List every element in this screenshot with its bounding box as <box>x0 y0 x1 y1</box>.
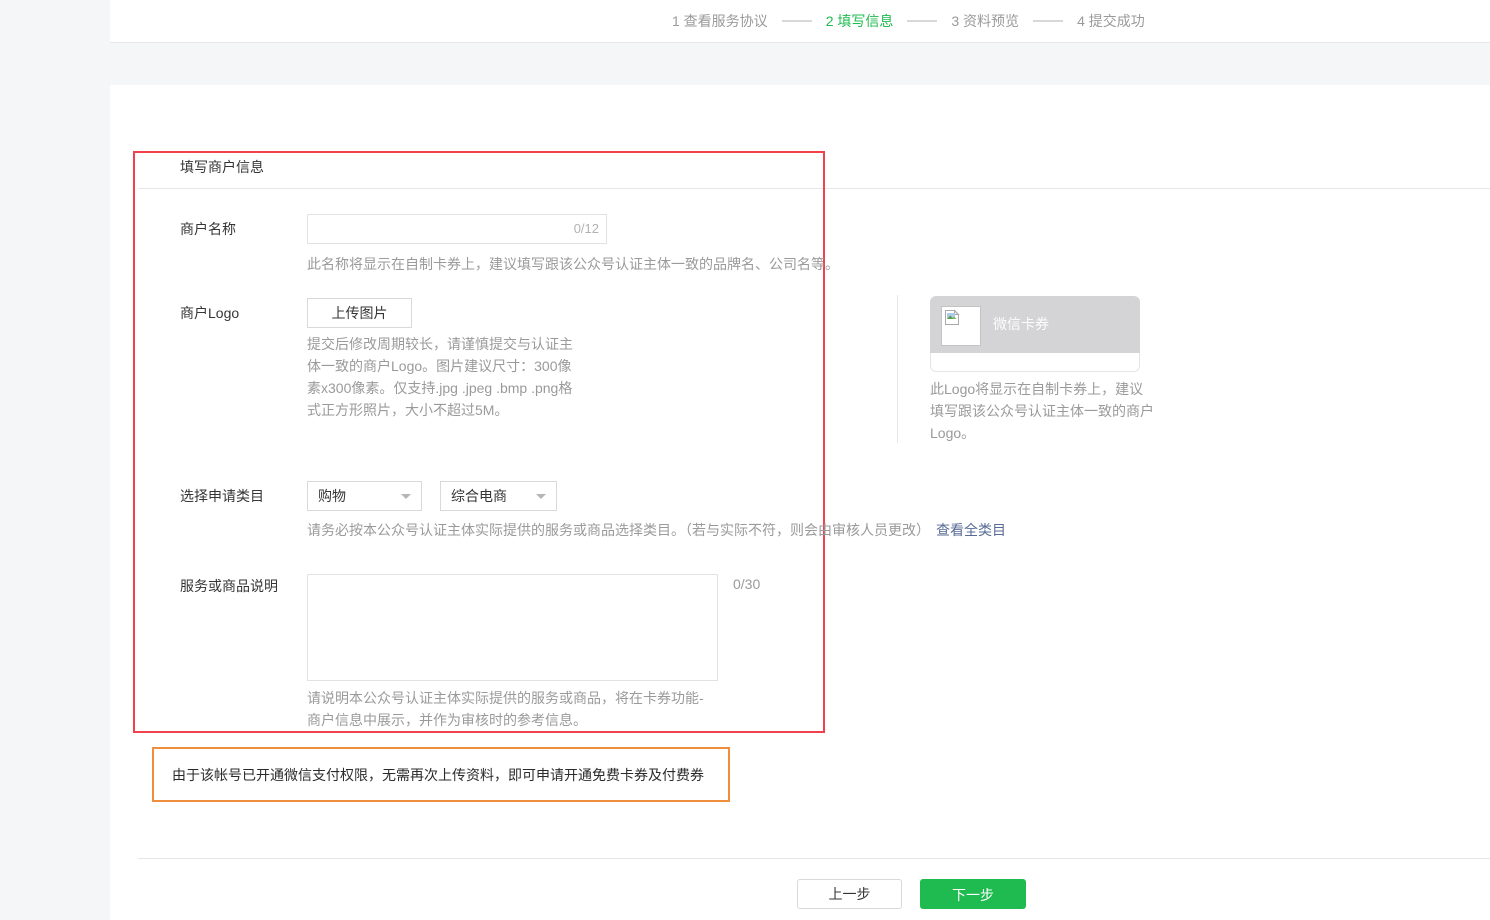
step-view-agreement: 1 查看服务协议 <box>672 11 768 31</box>
view-all-categories-link[interactable]: 查看全类目 <box>936 522 1006 538</box>
merchant-name-input[interactable] <box>307 214 607 244</box>
description-hint: 请说明本公众号认证主体实际提供的服务或商品，将在卡券功能- 商户信息中展示，并作… <box>307 687 704 731</box>
notice-text: 由于该帐号已开通微信支付权限，无需再次上传资料，即可申请开通免费卡券及付费券 <box>172 765 704 785</box>
wechat-pay-notice: 由于该帐号已开通微信支付权限，无需再次上传资料，即可申请开通免费卡券及付费券 <box>152 747 730 802</box>
step-success: 4 提交成功 <box>1077 11 1145 31</box>
previous-step-button[interactable]: 上一步 <box>797 879 902 909</box>
step-connector <box>782 20 812 22</box>
card-preview-footer <box>930 353 1140 372</box>
merchant-logo-label: 商户Logo <box>180 298 239 328</box>
next-step-button[interactable]: 下一步 <box>920 879 1026 909</box>
upload-image-button[interactable]: 上传图片 <box>307 298 412 328</box>
category-secondary-value: 综合电商 <box>451 488 507 504</box>
category-primary-value: 购物 <box>318 488 346 504</box>
category-primary-select[interactable]: 购物 <box>307 481 422 511</box>
category-hint-row: 请务必按本公众号认证主体实际提供的服务或商品选择类目。（若与实际不符，则会由审核… <box>307 519 1006 541</box>
chevron-down-icon <box>401 494 411 499</box>
footer-divider <box>138 858 1490 859</box>
step-connector <box>907 20 937 22</box>
wizard-stepper: 1 查看服务协议 2 填写信息 3 资料预览 4 提交成功 <box>672 0 1145 42</box>
main-content-card: 填写商户信息 商户名称 0/12 此名称将显示在自制卡券上，建议填写跟该公众号认… <box>110 85 1490 920</box>
section-title: 填写商户信息 <box>180 157 264 177</box>
description-textarea[interactable] <box>307 574 718 681</box>
category-hint: 请务必按本公众号认证主体实际提供的服务或商品选择类目。（若与实际不符，则会由审核… <box>307 522 930 538</box>
description-hint-line1: 请说明本公众号认证主体实际提供的服务或商品，将在卡券功能- <box>307 687 704 709</box>
category-label: 选择申请类目 <box>180 481 264 511</box>
top-bar: 1 查看服务协议 2 填写信息 3 资料预览 4 提交成功 <box>110 0 1490 43</box>
description-label: 服务或商品说明 <box>180 571 278 601</box>
card-preview-title: 微信卡券 <box>993 296 1049 353</box>
step-fill-info: 2 填写信息 <box>826 11 894 31</box>
logo-placeholder-box <box>941 306 981 346</box>
card-preview: 微信卡券 <box>930 296 1140 372</box>
description-counter: 0/30 <box>733 576 760 592</box>
merchant-name-hint: 此名称将显示在自制卡券上，建议填写跟该公众号认证主体一致的品牌名、公司名等。 <box>307 253 839 275</box>
broken-image-icon <box>944 309 961 326</box>
preview-divider <box>897 295 898 443</box>
merchant-name-counter: 0/12 <box>574 214 599 244</box>
merchant-name-field-wrap: 0/12 <box>307 214 607 244</box>
section-divider <box>138 188 1490 189</box>
category-secondary-select[interactable]: 综合电商 <box>440 481 557 511</box>
chevron-down-icon <box>536 494 546 499</box>
preview-hint: 此Logo将显示在自制卡券上，建议填写跟该公众号认证主体一致的商户Logo。 <box>930 378 1154 444</box>
step-connector <box>1033 20 1063 22</box>
merchant-logo-hint: 提交后修改周期较长，请谨慎提交与认证主体一致的商户Logo。图片建议尺寸：300… <box>307 333 575 421</box>
card-preview-header: 微信卡券 <box>930 296 1140 353</box>
description-hint-line2: 商户信息中展示，并作为审核时的参考信息。 <box>307 709 704 731</box>
merchant-name-label: 商户名称 <box>180 214 236 244</box>
step-preview: 3 资料预览 <box>951 11 1019 31</box>
